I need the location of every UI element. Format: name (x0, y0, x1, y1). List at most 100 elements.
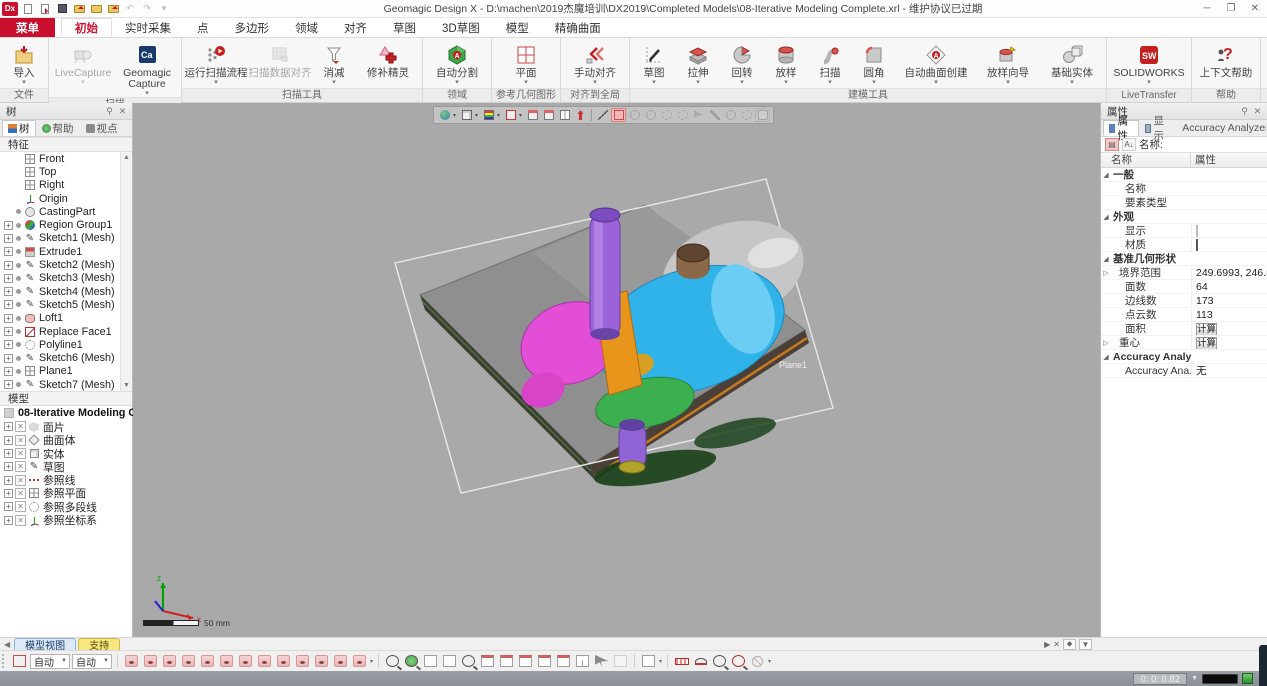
snap-mode-dropdown[interactable]: 自动▼ (72, 654, 112, 669)
flood-select-button[interactable] (739, 108, 754, 122)
freeform-select-button[interactable] (675, 108, 690, 122)
shading-mode-button[interactable] (459, 108, 474, 122)
tab-live-capture[interactable]: 实时采集 (112, 18, 184, 37)
zoom-selected-button[interactable] (460, 653, 477, 669)
visibility-checkbox[interactable]: ✕ (15, 435, 26, 446)
tree-item-replace-face1[interactable]: +Replace Face1 (0, 325, 120, 338)
show-mesh-toggle[interactable] (142, 653, 159, 669)
property-row-face-count[interactable]: 面数64 (1101, 280, 1267, 294)
measure-radius-button[interactable] (711, 653, 728, 669)
plane-button[interactable]: 平面 ▾ (494, 40, 558, 88)
view-bottom-button[interactable] (536, 653, 553, 669)
toolbar-grip[interactable] (2, 654, 7, 668)
view-right-button[interactable] (498, 653, 515, 669)
tree-item-polyline1[interactable]: +Polyline1 (0, 338, 120, 351)
model-section-header[interactable]: 模型 (0, 391, 132, 406)
column-name[interactable]: 名称 (1101, 153, 1191, 167)
tab-model[interactable]: 模型 (493, 18, 542, 37)
expand-icon[interactable]: + (4, 436, 13, 445)
context-help-button[interactable]: ? 上下文帮助 (1194, 40, 1258, 88)
healing-wizard-button[interactable]: 修补精灵 (356, 40, 420, 88)
section-accuracy-analyzer[interactable]: ◢Accuracy Analyzer(TM) (1101, 350, 1267, 364)
visibility-checkbox[interactable]: ✕ (15, 515, 26, 526)
rectangle-select-button[interactable] (611, 108, 626, 122)
show-all-bodies-toggle[interactable] (123, 653, 140, 669)
tree-item-castingpart[interactable]: +CastingPart (0, 205, 120, 218)
visibility-checkbox[interactable]: ✕ (15, 501, 26, 512)
model-root-item[interactable]: 08-Iterative Modeling Compl (0, 406, 132, 420)
new-document-button[interactable] (21, 2, 35, 15)
tab-home[interactable]: 初始 (61, 18, 112, 37)
show-ref-lines-toggle[interactable] (275, 653, 292, 669)
tree-item-sketch4[interactable]: +✎Sketch4 (Mesh) (0, 285, 120, 298)
expand-icon[interactable]: + (4, 221, 13, 230)
calculate-area-button[interactable]: 计算 (1196, 323, 1217, 335)
tree-item-sketch2[interactable]: +✎Sketch2 (Mesh) (0, 258, 120, 271)
anchor-button[interactable] (573, 108, 588, 122)
pick-select-button[interactable] (691, 108, 706, 122)
model-item-surface-body[interactable]: +✕曲面体 (0, 434, 132, 447)
tab-viewpoint[interactable]: 视点 (80, 120, 124, 136)
expand-arrow-icon[interactable]: ▷ (1101, 269, 1111, 277)
property-row-centroid[interactable]: ▷重心计算 (1101, 336, 1267, 350)
tab-sketch[interactable]: 草图 (380, 18, 429, 37)
expand-icon[interactable]: + (4, 261, 13, 270)
tab-menu[interactable]: 菜单 (0, 18, 55, 37)
show-regions-toggle[interactable] (161, 653, 178, 669)
scroll-left-icon[interactable]: ◀ (4, 640, 10, 649)
tree-item-sketch3[interactable]: +✎Sketch3 (Mesh) (0, 272, 120, 285)
solidworks-button[interactable]: SW SOLIDWORKS ▾ (1109, 40, 1189, 88)
run-scan-process-button[interactable]: 运行扫描流程 ▾ (184, 40, 248, 88)
tree-item-origin[interactable]: +Origin (0, 192, 120, 205)
tree-item-region-group1[interactable]: +Region Group1 (0, 218, 120, 231)
ellipse-select-button[interactable] (643, 108, 658, 122)
expand-icon[interactable]: + (4, 327, 13, 336)
open-recent-button[interactable] (89, 2, 103, 15)
status-dropdown-icon[interactable]: ▼ (1191, 675, 1198, 682)
revolve-button[interactable]: 回转 ▾ (720, 40, 764, 88)
measure-section-button[interactable] (730, 653, 747, 669)
paint-select-button[interactable] (707, 108, 722, 122)
property-row-area[interactable]: 面积计算 (1101, 322, 1267, 336)
close-button[interactable]: ✕ (1243, 3, 1267, 14)
measure-mesh-deviation-button[interactable] (749, 653, 766, 669)
tab-polygons[interactable]: 多边形 (222, 18, 283, 37)
restore-button[interactable]: ❐ (1219, 3, 1243, 14)
view-left-button[interactable] (479, 653, 496, 669)
tab-support[interactable]: 支持 (78, 638, 120, 650)
selection-filter-button[interactable] (11, 653, 28, 669)
close-tab-icon[interactable]: ✕ (1053, 640, 1060, 649)
categorize-button[interactable]: ▤ (1105, 138, 1119, 151)
region-display-button[interactable] (481, 108, 496, 122)
tab-alignment[interactable]: 对齐 (331, 18, 380, 37)
tree-item-plane1[interactable]: +Plane1 (0, 365, 120, 378)
tree-scrollbar[interactable]: ▲▼ (120, 152, 132, 391)
split-view-button[interactable] (557, 108, 572, 122)
section-appearance[interactable]: ◢外观 (1101, 210, 1267, 224)
tab-accuracy-analyzer[interactable]: Accuracy Analyzer(... (1174, 120, 1267, 136)
sweep-button[interactable]: 扫描 ▾ (808, 40, 852, 88)
expand-icon[interactable]: + (4, 234, 13, 243)
sort-az-button[interactable]: A↓ (1122, 138, 1136, 151)
tree-item-sketch7[interactable]: +✎Sketch7 (Mesh) (0, 378, 120, 391)
visibility-more-dropdown[interactable]: ▾ (370, 658, 373, 665)
expand-icon[interactable]: + (4, 380, 13, 389)
view-normal-button[interactable] (574, 653, 591, 669)
show-sketches-toggle[interactable] (218, 653, 235, 669)
tree-item-sketch6[interactable]: +✎Sketch6 (Mesh) (0, 351, 120, 364)
tab-points[interactable]: 点 (184, 18, 222, 37)
expand-icon[interactable]: + (4, 287, 13, 296)
tab-properties[interactable]: 属性 (1103, 120, 1139, 136)
property-row-display[interactable]: 显示 (1101, 224, 1267, 238)
expand-icon[interactable]: + (4, 274, 13, 283)
property-row-element-type[interactable]: 要素类型 (1101, 196, 1267, 210)
expand-icon[interactable]: + (4, 449, 13, 458)
tab-exact-surface[interactable]: 精确曲面 (542, 18, 614, 37)
scan-data-align-button[interactable]: 扫描数据对齐 (248, 40, 312, 88)
tab-region[interactable]: 领域 (282, 18, 331, 37)
fillet-button[interactable]: 圆角 ▾ (852, 40, 896, 88)
zoom-area-button[interactable] (403, 653, 420, 669)
screen-edge-scrollbar[interactable] (1259, 645, 1267, 686)
expand-icon[interactable]: + (4, 422, 13, 431)
expand-icon[interactable]: + (4, 247, 13, 256)
